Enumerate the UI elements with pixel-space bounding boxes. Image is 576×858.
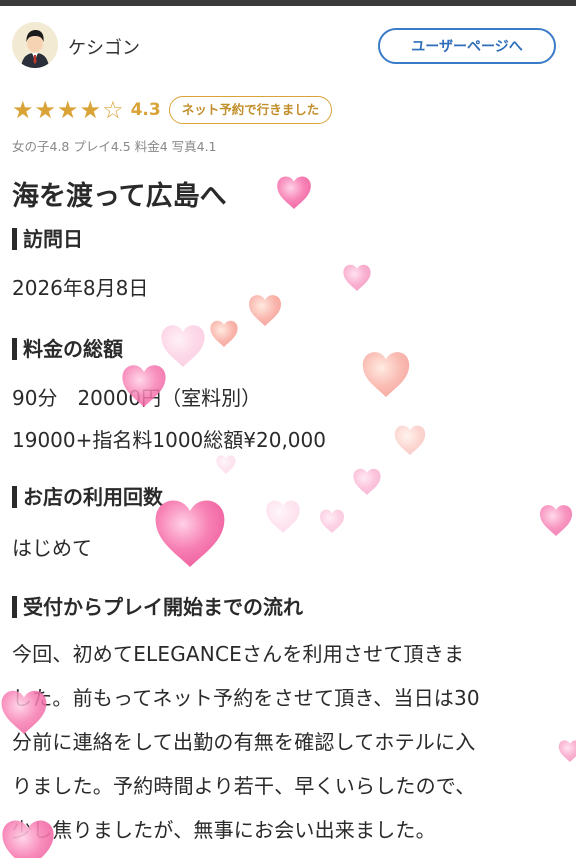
visits-value: はじめて xyxy=(12,536,92,560)
rating-score: 4.3 xyxy=(130,100,161,120)
username[interactable]: ケシゴン xyxy=(68,34,140,60)
flow-line: 今回、初めてELEGANCEさんを利用させて頂きま xyxy=(12,642,465,666)
flow-line: 少し焦りましたが、無事にお会い出来ました。 xyxy=(12,818,436,842)
user-page-button[interactable]: ユーザーページへ xyxy=(378,28,556,64)
price-line-1: 90分 20000円（室料別） xyxy=(12,386,262,410)
heart-icon xyxy=(277,176,311,209)
heart-icon xyxy=(216,455,236,474)
heart-icon xyxy=(353,468,381,495)
heart-icon xyxy=(249,295,281,326)
section-heading-flow: 受付からプレイ開始までの流れ xyxy=(12,596,303,618)
heart-icon xyxy=(210,320,238,347)
review-title: 海を渡って広島へ xyxy=(12,181,227,212)
section-heading-price: 料金の総額 xyxy=(12,338,123,360)
star-rating: ★ ★ ★ ★ ☆ xyxy=(12,98,125,122)
section-heading-visits: お店の利用回数 xyxy=(12,486,163,508)
star-filled-icon: ★ xyxy=(34,96,57,124)
star-filled-icon: ★ xyxy=(57,96,79,124)
heart-icon xyxy=(320,509,344,533)
price-line-2: 19000+指名料1000総額¥20,000 xyxy=(12,428,326,452)
avatar[interactable] xyxy=(12,22,58,68)
star-filled-icon: ★ xyxy=(12,96,34,124)
subscores: 女の子4.8 プレイ4.5 料金4 写真4.1 xyxy=(12,139,217,154)
star-empty-icon: ☆ xyxy=(102,96,124,124)
rating-row: ★ ★ ★ ★ ☆ 4.3 ネット予約で行きました xyxy=(12,96,333,124)
heart-icon xyxy=(540,505,572,536)
heart-icon xyxy=(362,352,410,397)
heart-icon xyxy=(394,425,426,455)
flow-line: りました。予約時間より若干、早くいらしたので、 xyxy=(12,774,476,798)
flow-paragraph: 今回、初めてELEGANCEさんを利用させて頂きま した。前もってネット予約をさ… xyxy=(12,632,568,852)
heart-icon xyxy=(155,500,225,567)
review-header: ケシゴン ユーザーページへ xyxy=(12,22,558,74)
heart-icon xyxy=(266,500,300,533)
flow-line: 分前に連絡をして出勤の有無を確認してホテルに入 xyxy=(12,730,476,754)
visit-date-value: 2026年8月8日 xyxy=(12,276,149,300)
section-heading-visit-date: 訪問日 xyxy=(12,228,83,250)
heart-icon xyxy=(343,264,371,291)
top-bar xyxy=(0,0,576,6)
reservation-badge: ネット予約で行きました xyxy=(168,96,333,124)
heart-icon xyxy=(161,325,205,367)
user-avatar-icon xyxy=(12,22,58,68)
flow-line: した。前もってネット予約をさせて頂き、当日は30 xyxy=(12,686,480,710)
star-filled-icon: ★ xyxy=(79,96,102,124)
